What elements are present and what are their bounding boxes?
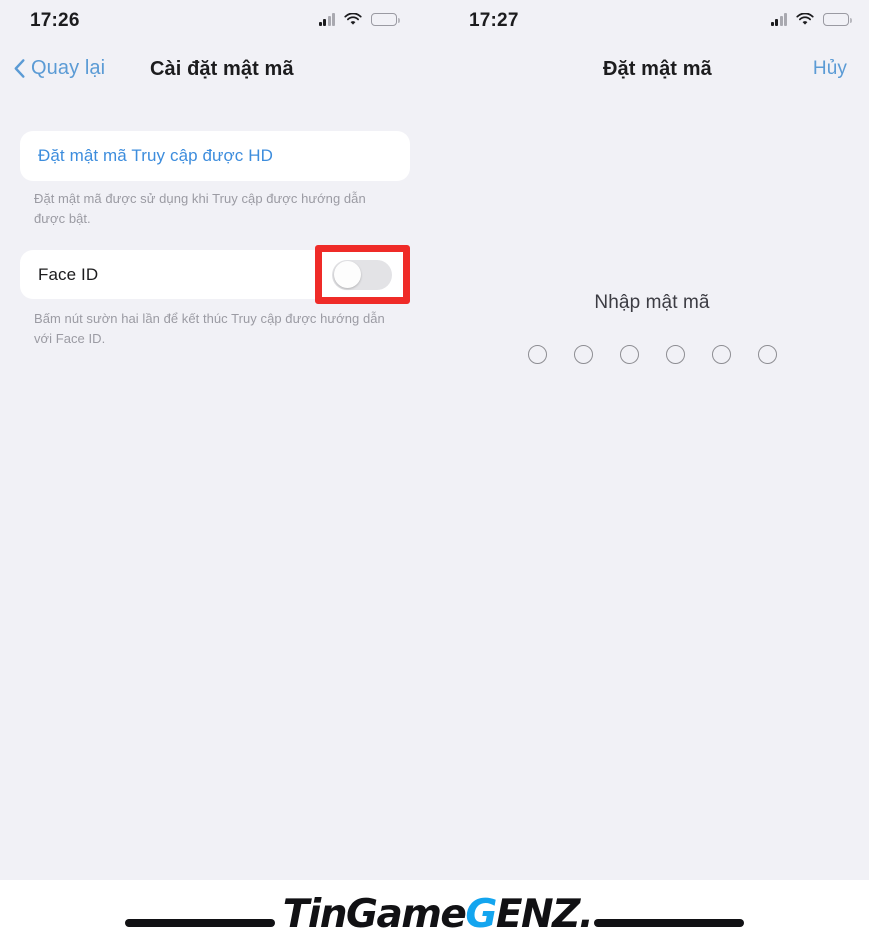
set-passcode-label: Đặt mật mã Truy cập được HD — [38, 146, 273, 165]
watermark-bar: TinGameGENZ. — [0, 880, 869, 940]
battery-icon — [371, 13, 400, 26]
passcode-prompt: Nhập mật mã — [594, 292, 710, 313]
status-time: 17:26 — [30, 10, 80, 31]
right-phone-screen: 17:27 Đặt mật mã Hủy Nhập mật mã — [435, 0, 869, 880]
passcode-dot — [527, 345, 547, 364]
watermark-rule-right — [594, 919, 745, 927]
watermark-text-part2: G — [465, 891, 497, 937]
page-title: Đặt mật mã — [603, 58, 712, 80]
wifi-icon — [796, 12, 814, 26]
cellular-signal-icon — [770, 13, 787, 26]
watermark-rule-left — [124, 919, 275, 927]
set-passcode-footnote: Đặt mật mã được sử dụng khi Truy cập đượ… — [34, 191, 366, 226]
face-id-toggle[interactable] — [332, 259, 392, 290]
wifi-icon — [344, 12, 362, 26]
set-passcode-row[interactable]: Đặt mật mã Truy cập được HD — [20, 131, 410, 181]
chevron-left-icon — [14, 59, 25, 78]
page-title: Cài đặt mật mã — [150, 58, 294, 80]
status-time: 17:27 — [469, 10, 519, 31]
watermark-text: TinGameGENZ. — [282, 891, 594, 937]
back-button[interactable]: Quay lại — [14, 57, 105, 80]
toggle-knob — [333, 261, 361, 288]
passcode-dot — [573, 345, 593, 364]
status-bar-right: 17:27 — [435, 0, 869, 44]
passcode-dot — [711, 345, 731, 364]
face-id-label: Face ID — [38, 264, 99, 284]
watermark-text-part3: ENZ. — [495, 891, 594, 937]
status-bar-left: 17:26 — [0, 0, 435, 44]
battery-icon — [823, 13, 852, 26]
passcode-dot — [665, 345, 685, 364]
back-button-label: Quay lại — [31, 57, 106, 79]
face-id-row[interactable]: Face ID — [20, 250, 410, 299]
nav-bar-left: Quay lại Cài đặt mật mã — [0, 44, 435, 100]
left-phone-screen: 17:26 Quay lại Cài đặt mật mã Đặt mật mã… — [0, 0, 435, 880]
cellular-signal-icon — [318, 13, 335, 26]
passcode-dot — [619, 345, 639, 364]
passcode-dot — [757, 345, 777, 364]
watermark-text-part1: TinGame — [282, 891, 467, 937]
status-icons-group — [318, 12, 400, 26]
cancel-button[interactable]: Hủy — [813, 58, 847, 80]
status-icons-group — [770, 12, 852, 26]
screenshot-root: 17:26 Quay lại Cài đặt mật mã Đặt mật mã… — [0, 0, 869, 940]
passcode-dots[interactable] — [435, 345, 869, 364]
face-id-footnote: Bấm nút sườn hai lần để kết thúc Truy cậ… — [34, 311, 385, 346]
nav-bar-right: Đặt mật mã Hủy — [435, 44, 869, 100]
watermark-logo: TinGameGENZ. — [124, 891, 745, 937]
